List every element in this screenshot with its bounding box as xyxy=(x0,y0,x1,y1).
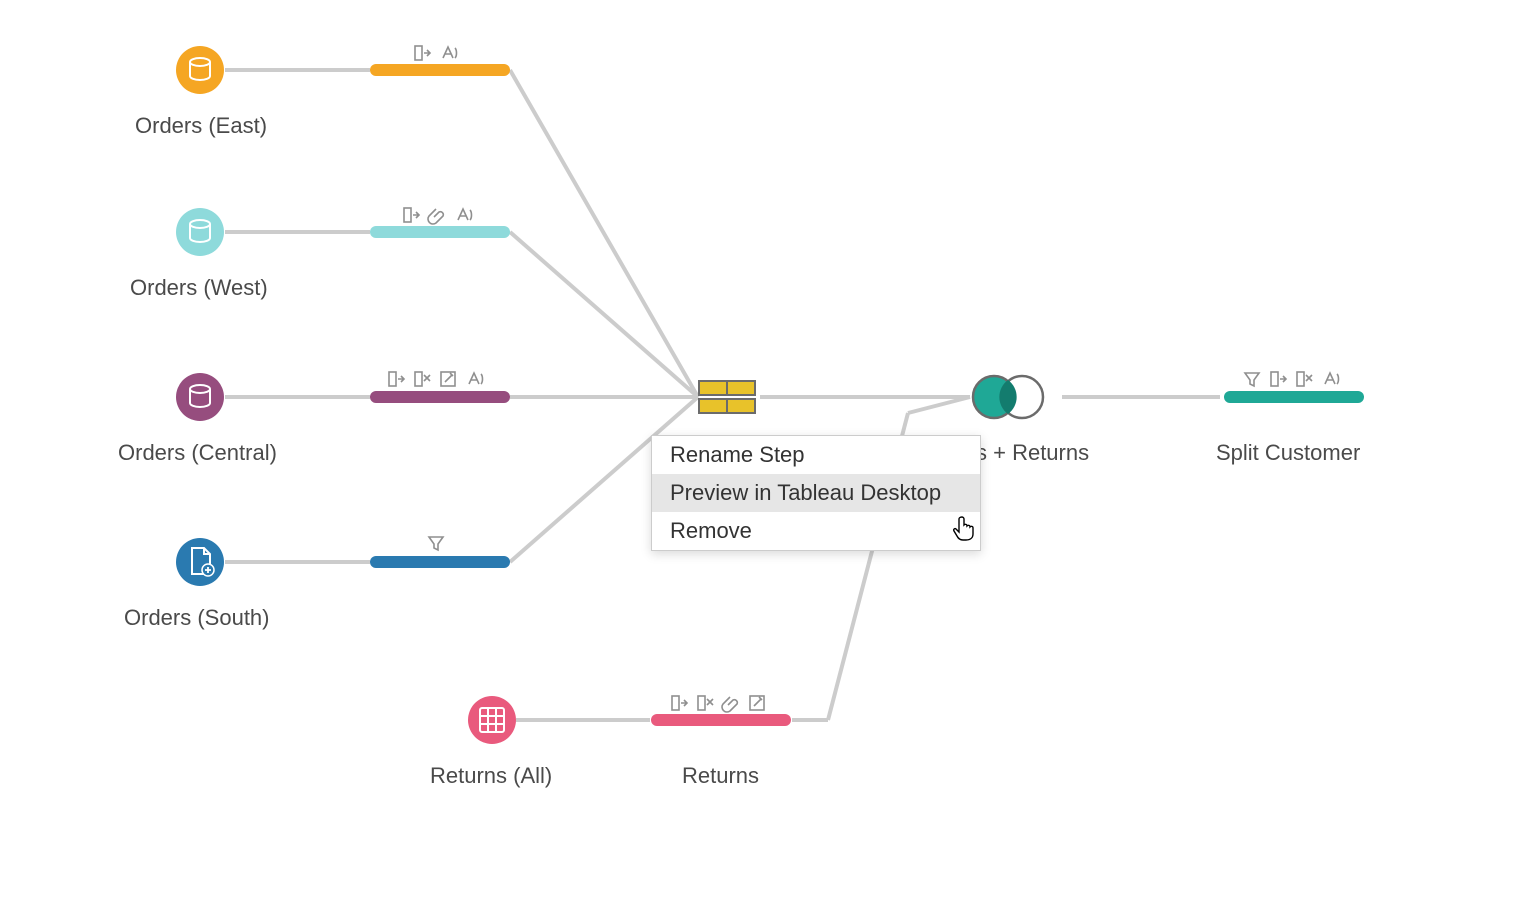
edit-icon xyxy=(438,369,458,389)
menu-rename-step[interactable]: Rename Step xyxy=(652,436,980,474)
database-icon xyxy=(176,373,224,421)
datasource-returns-all[interactable] xyxy=(468,696,516,744)
union-icon xyxy=(697,377,757,417)
context-menu: Rename Step Preview in Tableau Desktop R… xyxy=(651,435,981,551)
datasource-orders-central-label: Orders (Central) xyxy=(118,440,277,466)
file-add-icon xyxy=(176,538,224,586)
menu-remove[interactable]: Remove xyxy=(652,512,980,550)
clean-step-orders-south[interactable] xyxy=(370,556,510,568)
col-out-icon xyxy=(1268,369,1288,389)
clean-step-orders-east[interactable] xyxy=(370,64,510,76)
rename-text-icon xyxy=(1320,369,1340,389)
col-out-icon xyxy=(401,205,421,225)
cursor-hand-icon xyxy=(952,514,980,542)
rename-text-icon xyxy=(453,205,473,225)
clean-step-split-customer[interactable] xyxy=(1224,391,1364,403)
menu-preview-desktop[interactable]: Preview in Tableau Desktop xyxy=(652,474,980,512)
datasource-orders-central[interactable] xyxy=(176,373,224,421)
clean-orders-west-icons xyxy=(401,205,473,225)
split-customer-label: Split Customer xyxy=(1216,440,1360,466)
clean-orders-central-icons xyxy=(386,369,484,389)
col-out-icon xyxy=(669,693,689,713)
datasource-orders-east-label: Orders (East) xyxy=(135,113,267,139)
paperclip-icon xyxy=(721,693,741,713)
col-out-icon xyxy=(386,369,406,389)
datasource-returns-all-label: Returns (All) xyxy=(430,763,552,789)
rename-text-icon xyxy=(464,369,484,389)
col-out-icon xyxy=(412,43,432,63)
clean-split-customer-icons xyxy=(1242,369,1340,389)
database-icon xyxy=(176,208,224,256)
datasource-orders-west[interactable] xyxy=(176,208,224,256)
clean-step-orders-central[interactable] xyxy=(370,391,510,403)
col-del-icon xyxy=(412,369,432,389)
clean-orders-south-icons xyxy=(426,533,446,553)
paperclip-icon xyxy=(427,205,447,225)
datasource-orders-south[interactable] xyxy=(176,538,224,586)
filter-icon xyxy=(426,533,446,553)
clean-orders-east-icons xyxy=(412,43,458,63)
col-del-icon xyxy=(695,693,715,713)
edit-icon xyxy=(747,693,767,713)
database-icon xyxy=(176,46,224,94)
datasource-orders-east[interactable] xyxy=(176,46,224,94)
clean-step-returns[interactable] xyxy=(651,714,791,726)
rename-text-icon xyxy=(438,43,458,63)
union-step[interactable] xyxy=(697,377,757,417)
datasource-orders-south-label: Orders (South) xyxy=(124,605,270,631)
col-del-icon xyxy=(1294,369,1314,389)
join-orders-returns-label: s + Returns xyxy=(976,440,1089,466)
venn-join-icon xyxy=(969,374,1047,420)
clean-step-orders-west[interactable] xyxy=(370,226,510,238)
datasource-orders-west-label: Orders (West) xyxy=(130,275,268,301)
clean-returns-label: Returns xyxy=(682,763,759,789)
filter-icon xyxy=(1242,369,1262,389)
clean-returns-icons xyxy=(669,693,767,713)
table-icon xyxy=(468,696,516,744)
join-step-orders-returns[interactable] xyxy=(969,374,1047,420)
flow-canvas: Orders (East) Orders (West) Orders (Cent… xyxy=(0,0,1514,898)
